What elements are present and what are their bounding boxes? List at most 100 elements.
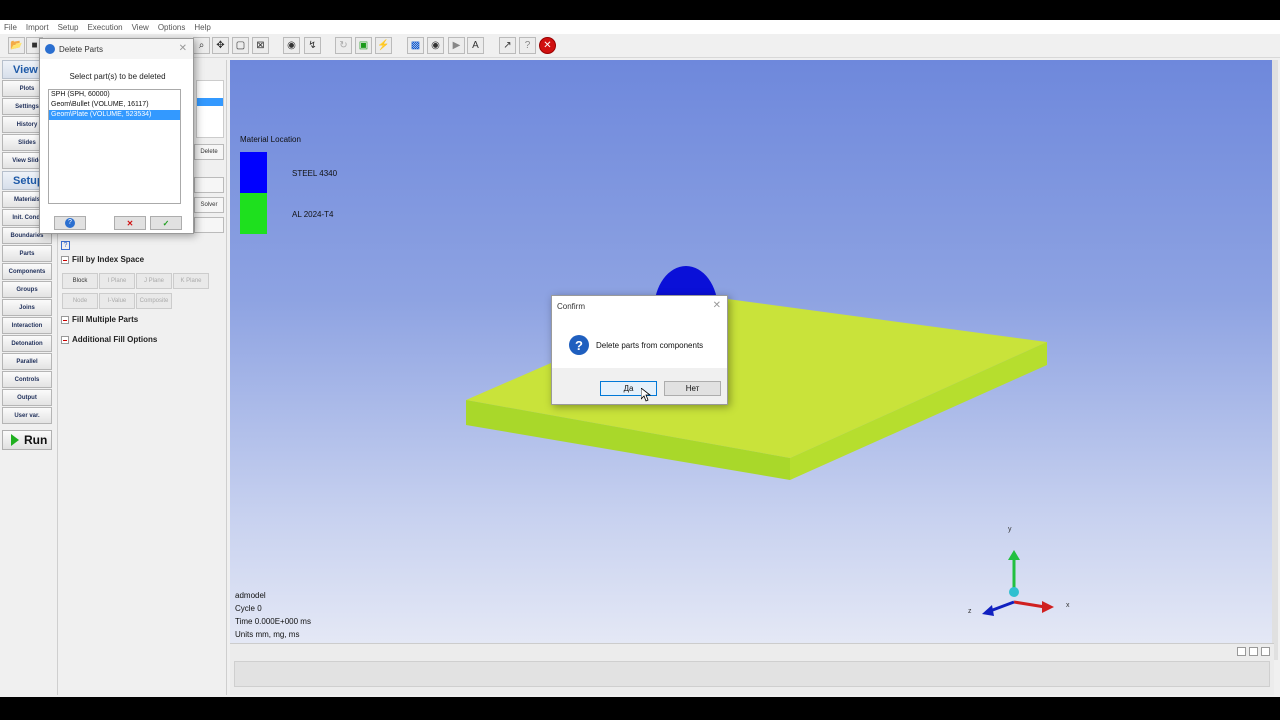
panel-button-blank[interactable] <box>194 177 224 193</box>
sidebar-item-interaction[interactable]: Interaction <box>2 317 52 334</box>
zoom-box-icon[interactable]: ▢ <box>232 37 249 54</box>
no-button[interactable]: Нет <box>664 381 721 396</box>
menu-setup[interactable]: Setup <box>58 23 79 32</box>
axis-triad <box>982 550 1054 616</box>
menu-help[interactable]: Help <box>194 23 210 32</box>
3d-viewport[interactable]: Material Location STEEL 4340 AL 2024-T4 … <box>230 60 1274 660</box>
play-icon[interactable]: ▶ <box>448 37 465 54</box>
parts-panel-list[interactable] <box>196 80 224 138</box>
menu-execution[interactable]: Execution <box>87 23 122 32</box>
vertical-scrollbar[interactable] <box>1272 60 1278 660</box>
list-item[interactable]: Geom\Bullet (VOLUME, 16117) <box>49 100 180 110</box>
sidebar-item-parallel[interactable]: Parallel <box>2 353 52 370</box>
sidebar-item-user-var[interactable]: User var. <box>2 407 52 424</box>
delete-parts-dialog: Delete Parts ✕ Select part(s) to be dele… <box>39 38 194 234</box>
menu-import[interactable]: Import <box>26 23 49 32</box>
confirm-title: Confirm <box>557 301 586 311</box>
camera-icon[interactable]: ◉ <box>427 37 444 54</box>
menu-view[interactable]: View <box>132 23 149 32</box>
slide-icon[interactable]: ▩ <box>407 37 424 54</box>
additional-fill-section[interactable]: Additional Fill Options <box>61 335 157 344</box>
fit-view-icon[interactable]: ⊠ <box>252 37 269 54</box>
open-folder-icon[interactable]: 📂 <box>8 37 25 54</box>
cycle-readout: Cycle 0 <box>235 604 262 613</box>
minimize-icon[interactable] <box>1237 647 1246 656</box>
confirm-message: Delete parts from components <box>596 341 704 350</box>
maximize-icon[interactable] <box>1249 647 1258 656</box>
export-icon[interactable]: ↗ <box>499 37 516 54</box>
cancel-button[interactable]: ✕ <box>114 216 146 230</box>
delete-parts-titlebar: Delete Parts ✕ <box>40 39 193 59</box>
mouse-cursor-icon <box>641 388 651 402</box>
units-readout: Units mm, mg, ms <box>235 630 300 639</box>
menu-options[interactable]: Options <box>158 23 186 32</box>
additional-fill-title: Additional Fill Options <box>72 335 158 344</box>
composite-button[interactable]: Composite <box>136 293 172 309</box>
confirm-dialog: Confirm ✕ ? Delete parts from components… <box>551 295 728 405</box>
collapse-icon[interactable] <box>61 315 69 324</box>
time-readout: Time 0.000E+000 ms <box>235 617 311 626</box>
fill-multiple-title: Fill Multiple Parts <box>72 315 139 324</box>
sidebar-item-controls[interactable]: Controls <box>2 371 52 388</box>
node-button[interactable]: Node <box>62 293 98 309</box>
sidebar-item-joins[interactable]: Joins <box>2 299 52 316</box>
help-button[interactable]: ? <box>54 216 86 230</box>
sidebar-item-components[interactable]: Components <box>2 263 52 280</box>
axis-y-label: y <box>1008 526 1012 533</box>
stop-icon[interactable]: ✕ <box>539 37 556 54</box>
j-plane-button[interactable]: J Plane <box>136 273 172 289</box>
pan-icon[interactable]: ✥ <box>212 37 229 54</box>
close-icon[interactable] <box>1261 647 1270 656</box>
list-item[interactable]: Geom\Plate (VOLUME, 523534) <box>49 110 180 120</box>
eye-icon[interactable]: ◉ <box>283 37 300 54</box>
message-pane <box>230 643 1274 695</box>
app-icon <box>45 44 55 54</box>
rotate-icon[interactable]: ↻ <box>335 37 352 54</box>
k-plane-button[interactable]: K Plane <box>173 273 209 289</box>
close-icon[interactable]: ✕ <box>179 43 187 54</box>
axis-x-label: x <box>1066 602 1070 609</box>
fill-multiple-section[interactable]: Fill Multiple Parts <box>61 315 138 324</box>
model-render <box>466 266 1054 616</box>
sidebar-item-output[interactable]: Output <box>2 389 52 406</box>
parts-listbox[interactable]: SPH (SPH, 60000) Geom\Bullet (VOLUME, 16… <box>48 89 181 204</box>
solver-button[interactable]: Solver <box>194 197 224 213</box>
menu-bar: File Import Setup Execution View Options… <box>0 20 1280 34</box>
collapse-icon[interactable] <box>61 335 69 344</box>
close-icon[interactable]: ✕ <box>713 300 721 311</box>
delete-parts-title: Delete Parts <box>59 44 104 54</box>
text-icon[interactable]: A <box>467 37 484 54</box>
delete-button[interactable]: Delete <box>194 144 224 160</box>
menu-file[interactable]: File <box>4 23 17 32</box>
zoom-icon[interactable]: ⌕ <box>193 37 210 54</box>
app-window: File Import Setup Execution View Options… <box>0 20 1280 697</box>
sidebar-item-detonation[interactable]: Detonation <box>2 335 52 352</box>
lightning-icon[interactable]: ⚡ <box>375 37 392 54</box>
collapse-icon[interactable] <box>61 255 69 264</box>
run-label: Run <box>24 433 48 447</box>
probe-icon[interactable]: ↯ <box>304 37 321 54</box>
fill-by-index-title: Fill by Index Space <box>72 255 145 264</box>
question-icon: ? <box>569 335 589 355</box>
axis-z-label: z <box>968 608 972 615</box>
parts-panel-selected-row[interactable] <box>197 98 223 106</box>
model-name: admodel <box>235 591 266 600</box>
list-item[interactable]: SPH (SPH, 60000) <box>49 90 180 100</box>
confirm-titlebar: Confirm ✕ <box>552 296 727 316</box>
close-icon: ✕ <box>126 218 134 228</box>
help-icon[interactable]: ? <box>519 37 536 54</box>
check-icon: ✓ <box>162 218 170 228</box>
ok-button[interactable]: ✓ <box>150 216 182 230</box>
i-value-button[interactable]: I-Value <box>99 293 135 309</box>
panel-button-disabled[interactable] <box>194 217 224 233</box>
i-plane-button[interactable]: I Plane <box>99 273 135 289</box>
run-button[interactable]: Run <box>2 430 52 450</box>
message-log[interactable] <box>234 661 1270 687</box>
sidebar-item-groups[interactable]: Groups <box>2 281 52 298</box>
block-button[interactable]: Block <box>62 273 98 289</box>
help-icon: ? <box>65 218 75 228</box>
fill-by-index-section[interactable]: Fill by Index Space <box>61 255 144 264</box>
sidebar-item-parts[interactable]: Parts <box>2 245 52 262</box>
cube-icon[interactable]: ▣ <box>355 37 372 54</box>
help-icon[interactable]: ? <box>61 241 70 250</box>
